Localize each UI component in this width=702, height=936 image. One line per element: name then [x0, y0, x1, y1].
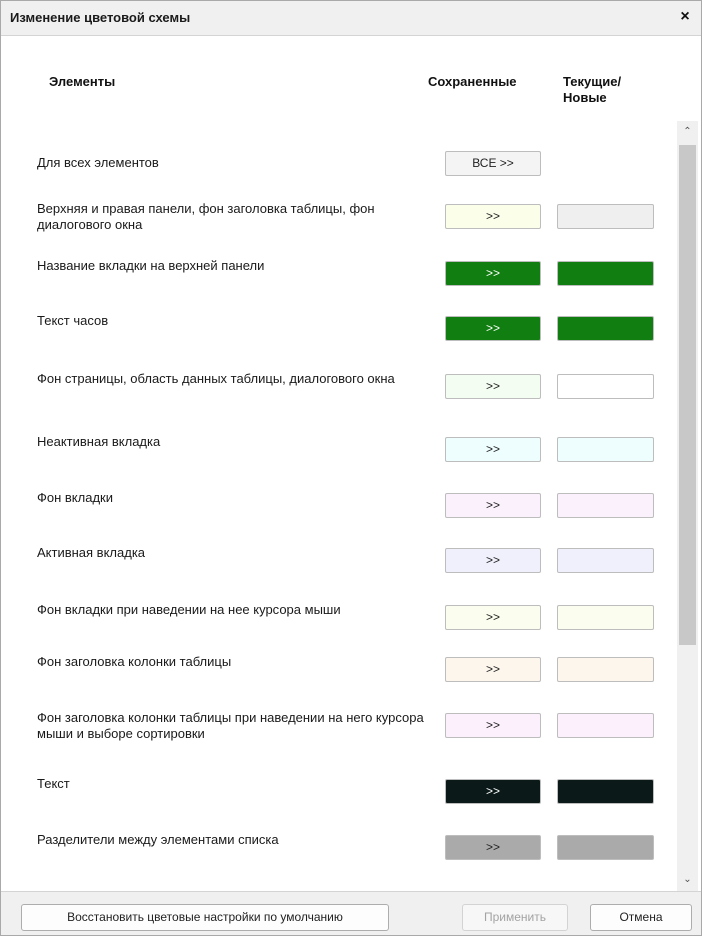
- apply-button[interactable]: Применить: [462, 904, 568, 931]
- color-row: Текст часов >>: [1, 313, 677, 371]
- saved-color-apply-button[interactable]: >>: [445, 204, 541, 229]
- row-label: Для всех элементов: [37, 155, 159, 170]
- scroll-up-icon[interactable]: ⌃: [677, 121, 698, 143]
- color-row: Активная вкладка >>: [1, 545, 677, 603]
- row-label: Фон заголовка колонки таблицы при наведе…: [37, 710, 424, 741]
- current-color-swatch[interactable]: [557, 493, 654, 518]
- column-header-current: Текущие/ Новые: [563, 74, 653, 106]
- saved-color-apply-button[interactable]: >>: [445, 605, 541, 630]
- current-color-swatch[interactable]: [557, 316, 654, 341]
- current-color-swatch[interactable]: [557, 605, 654, 630]
- color-scheme-dialog: Изменение цветовой схемы × Элементы Сохр…: [0, 0, 702, 936]
- row-label: Активная вкладка: [37, 545, 146, 560]
- color-row: Фон заголовка колонки таблицы >>: [1, 654, 677, 712]
- row-label: Текст часов: [37, 313, 109, 328]
- row-label: Фон заголовка колонки таблицы: [37, 654, 232, 669]
- saved-color-apply-button[interactable]: >>: [445, 779, 541, 804]
- saved-color-apply-button[interactable]: >>: [445, 261, 541, 286]
- saved-color-apply-button[interactable]: >>: [445, 657, 541, 682]
- row-label: Верхняя и правая панели, фон заголовка т…: [37, 201, 375, 232]
- current-color-swatch[interactable]: [557, 835, 654, 860]
- current-color-swatch[interactable]: [557, 374, 654, 399]
- dialog-titlebar: Изменение цветовой схемы ×: [1, 1, 701, 36]
- color-row: Фон вкладки >>: [1, 490, 677, 548]
- dialog-footer: Восстановить цветовые настройки по умолч…: [1, 891, 701, 935]
- color-row: Верхняя и правая панели, фон заголовка т…: [1, 201, 677, 259]
- color-row: Разделители между элементами списка >>: [1, 832, 677, 890]
- column-header-saved: Сохраненные: [428, 74, 517, 89]
- color-row: Неактивная вкладка >>: [1, 434, 677, 492]
- current-color-swatch[interactable]: [557, 779, 654, 804]
- cancel-button[interactable]: Отмена: [590, 904, 692, 931]
- row-label: Текст: [37, 776, 70, 791]
- row-label: Фон страницы, область данных таблицы, ди…: [37, 371, 395, 386]
- color-row: Текст >>: [1, 776, 677, 834]
- saved-color-apply-button[interactable]: >>: [445, 437, 541, 462]
- color-row: Фон страницы, область данных таблицы, ди…: [1, 371, 677, 429]
- row-label: Фон вкладки: [37, 490, 113, 505]
- row-label: Неактивная вкладка: [37, 434, 161, 449]
- saved-color-apply-button[interactable]: >>: [445, 374, 541, 399]
- saved-color-apply-button[interactable]: >>: [445, 493, 541, 518]
- saved-color-apply-button[interactable]: >>: [445, 713, 541, 738]
- list-scrollbar[interactable]: ⌃ ⌄: [677, 121, 698, 891]
- scroll-thumb[interactable]: [679, 145, 696, 645]
- row-label: Фон вкладки при наведении на нее курсора…: [37, 602, 341, 617]
- restore-defaults-button[interactable]: Восстановить цветовые настройки по умолч…: [21, 904, 389, 931]
- current-color-swatch[interactable]: [557, 548, 654, 573]
- column-header-current-line2: Новые: [563, 90, 607, 105]
- color-row: Фон вкладки при наведении на нее курсора…: [1, 602, 677, 660]
- color-row: Фон заголовка колонки таблицы при наведе…: [1, 710, 677, 768]
- current-color-swatch[interactable]: [557, 204, 654, 229]
- row-label: Название вкладки на верхней панели: [37, 258, 265, 273]
- current-color-swatch[interactable]: [557, 261, 654, 286]
- scroll-down-icon[interactable]: ⌄: [677, 869, 698, 891]
- saved-color-apply-button[interactable]: >>: [445, 835, 541, 860]
- dialog-title: Изменение цветовой схемы: [10, 10, 191, 25]
- apply-all-button[interactable]: ВСЕ >>: [445, 151, 541, 176]
- current-color-swatch[interactable]: [557, 437, 654, 462]
- row-label: Разделители между элементами списка: [37, 832, 279, 847]
- close-icon[interactable]: ×: [677, 7, 693, 27]
- row-all-elements: Для всех элементов ВСЕ >>: [1, 148, 677, 206]
- column-header-current-line1: Текущие/: [563, 74, 622, 89]
- color-elements-list: Для всех элементов ВСЕ >> Верхняя и прав…: [1, 121, 677, 891]
- saved-color-apply-button[interactable]: >>: [445, 316, 541, 341]
- current-color-swatch[interactable]: [557, 657, 654, 682]
- saved-color-apply-button[interactable]: >>: [445, 548, 541, 573]
- column-header-elements: Элементы: [49, 74, 116, 89]
- color-row: Название вкладки на верхней панели >>: [1, 258, 677, 316]
- current-color-swatch[interactable]: [557, 713, 654, 738]
